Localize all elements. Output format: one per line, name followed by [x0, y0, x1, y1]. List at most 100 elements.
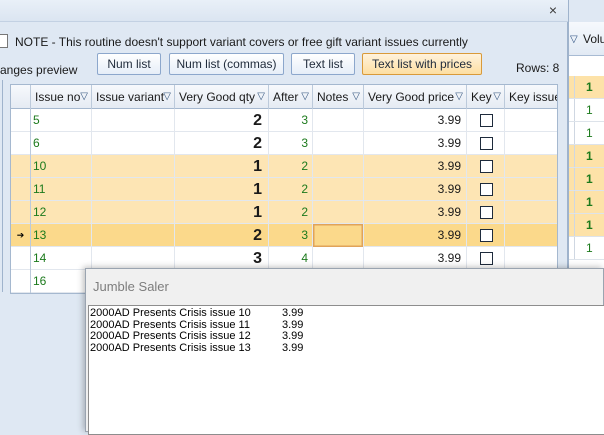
key-issue-cell[interactable]	[505, 109, 557, 132]
issue-variant-cell[interactable]	[92, 178, 175, 201]
column-header-notes[interactable]: Notes ▽	[313, 85, 364, 109]
very-good-qty-cell[interactable]: 2	[175, 132, 269, 155]
key-issue-cell[interactable]	[505, 132, 557, 155]
issue-no-cell[interactable]: 10	[31, 155, 92, 178]
very-good-price-cell[interactable]: 3.99	[364, 155, 467, 178]
row-selector[interactable]	[11, 270, 31, 293]
num-list-button[interactable]: Num list	[97, 53, 161, 75]
key-checkbox[interactable]	[480, 206, 493, 219]
column-header-issue-variant[interactable]: Issue variant ▽	[92, 85, 175, 109]
very-good-price-cell[interactable]: 3.99	[364, 109, 467, 132]
text-list-with-prices-button[interactable]: Text list with prices	[362, 53, 482, 75]
filter-icon[interactable]: ▽	[80, 85, 88, 109]
column-header-key[interactable]: Key ▽	[467, 85, 505, 109]
table-row[interactable]: 6 2 3 3.99	[11, 132, 557, 155]
column-header-key-issue[interactable]: Key issue	[505, 85, 557, 109]
key-checkbox[interactable]	[480, 114, 493, 127]
issue-no-cell[interactable]: 5	[31, 109, 92, 132]
column-header-very-good-qty[interactable]: Very Good qty ▽	[175, 85, 269, 109]
table-row[interactable]: 11 1 2 3.99	[11, 178, 557, 201]
table-row[interactable]: 12 1 2 3.99	[11, 201, 557, 224]
row-selector[interactable]	[11, 109, 31, 132]
issue-no-cell[interactable]: 16	[31, 270, 92, 293]
notes-cell[interactable]	[313, 224, 364, 247]
notes-cell[interactable]	[313, 155, 364, 178]
row-selector[interactable]	[11, 178, 31, 201]
column-header-very-good-price[interactable]: Very Good price ▽	[364, 85, 467, 109]
num-list-commas-button[interactable]: Num list (commas)	[169, 53, 284, 75]
key-issue-cell[interactable]	[505, 201, 557, 224]
column-header-issue-no[interactable]: Issue no ▽	[31, 85, 92, 109]
key-checkbox[interactable]	[480, 160, 493, 173]
filter-icon[interactable]: ▽	[352, 85, 360, 109]
key-checkbox[interactable]	[480, 183, 493, 196]
row-selector[interactable]	[11, 155, 31, 178]
filter-icon[interactable]: ▽	[493, 85, 501, 109]
very-good-price-cell[interactable]: 3.99	[364, 132, 467, 155]
column-header-after[interactable]: After ▽	[269, 85, 313, 109]
issue-no-cell[interactable]: 11	[31, 178, 92, 201]
after-cell[interactable]: 4	[269, 247, 313, 270]
very-good-qty-cell[interactable]: 1	[175, 201, 269, 224]
key-cell[interactable]	[467, 109, 505, 132]
key-cell[interactable]	[467, 155, 505, 178]
very-good-price-cell[interactable]: 3.99	[364, 224, 467, 247]
key-cell[interactable]	[467, 178, 505, 201]
filter-icon[interactable]: ▽	[570, 34, 578, 45]
key-issue-cell[interactable]	[505, 155, 557, 178]
jumble-saler-text-area[interactable]: 2000AD Presents Crisis issue 10 3.99 2000A…	[88, 305, 604, 435]
notes-cell[interactable]	[313, 132, 364, 155]
key-issue-cell[interactable]	[505, 247, 557, 270]
very-good-price-cell[interactable]: 3.99	[364, 247, 467, 270]
key-checkbox[interactable]	[480, 229, 493, 242]
key-cell[interactable]	[467, 224, 505, 247]
key-cell[interactable]	[467, 247, 505, 270]
row-selector[interactable]	[11, 201, 31, 224]
background-grid-header[interactable]: ▽ Volu	[569, 22, 604, 56]
after-cell[interactable]: 3	[269, 224, 313, 247]
issue-variant-cell[interactable]	[92, 109, 175, 132]
very-good-qty-cell[interactable]: 1	[175, 178, 269, 201]
filter-icon[interactable]: ▽	[455, 85, 463, 109]
very-good-price-cell[interactable]: 3.99	[364, 201, 467, 224]
current-row-icon[interactable]: ➔	[11, 224, 31, 247]
key-issue-cell[interactable]	[505, 178, 557, 201]
key-cell[interactable]	[467, 201, 505, 224]
notes-cell[interactable]	[313, 178, 364, 201]
key-cell[interactable]	[467, 132, 505, 155]
notes-cell[interactable]	[313, 201, 364, 224]
issue-no-cell[interactable]: 12	[31, 201, 92, 224]
after-cell[interactable]: 3	[269, 109, 313, 132]
issue-no-cell[interactable]: 13	[31, 224, 92, 247]
filter-icon[interactable]: ▽	[163, 85, 171, 109]
row-selector[interactable]	[11, 132, 31, 155]
table-row[interactable]: 5 2 3 3.99	[11, 109, 557, 132]
very-good-qty-cell[interactable]: 2	[175, 109, 269, 132]
key-issue-cell[interactable]	[505, 224, 557, 247]
key-checkbox[interactable]	[480, 137, 493, 150]
after-cell[interactable]: 3	[269, 132, 313, 155]
very-good-qty-cell[interactable]: 1	[175, 155, 269, 178]
notes-cell[interactable]	[313, 109, 364, 132]
issue-variant-cell[interactable]	[92, 224, 175, 247]
issue-no-cell[interactable]: 6	[31, 132, 92, 155]
after-cell[interactable]: 2	[269, 155, 313, 178]
table-row[interactable]: 14 3 4 3.99	[11, 247, 557, 270]
very-good-qty-cell[interactable]: 3	[175, 247, 269, 270]
notes-cell[interactable]	[313, 247, 364, 270]
row-selector[interactable]	[11, 247, 31, 270]
filter-icon[interactable]: ▽	[257, 85, 265, 109]
notice-checkbox[interactable]	[0, 34, 8, 48]
text-list-button[interactable]: Text list	[291, 53, 355, 75]
issue-no-cell[interactable]: 14	[31, 247, 92, 270]
key-checkbox[interactable]	[480, 252, 493, 265]
table-row[interactable]: 10 1 2 3.99	[11, 155, 557, 178]
issue-variant-cell[interactable]	[92, 201, 175, 224]
after-cell[interactable]: 2	[269, 201, 313, 224]
table-row[interactable]: ➔ 13 2 3 3.99	[11, 224, 557, 247]
close-icon[interactable]: ×	[544, 1, 562, 19]
very-good-qty-cell[interactable]: 2	[175, 224, 269, 247]
very-good-price-cell[interactable]: 3.99	[364, 178, 467, 201]
issue-variant-cell[interactable]	[92, 155, 175, 178]
filter-icon[interactable]: ▽	[301, 85, 309, 109]
